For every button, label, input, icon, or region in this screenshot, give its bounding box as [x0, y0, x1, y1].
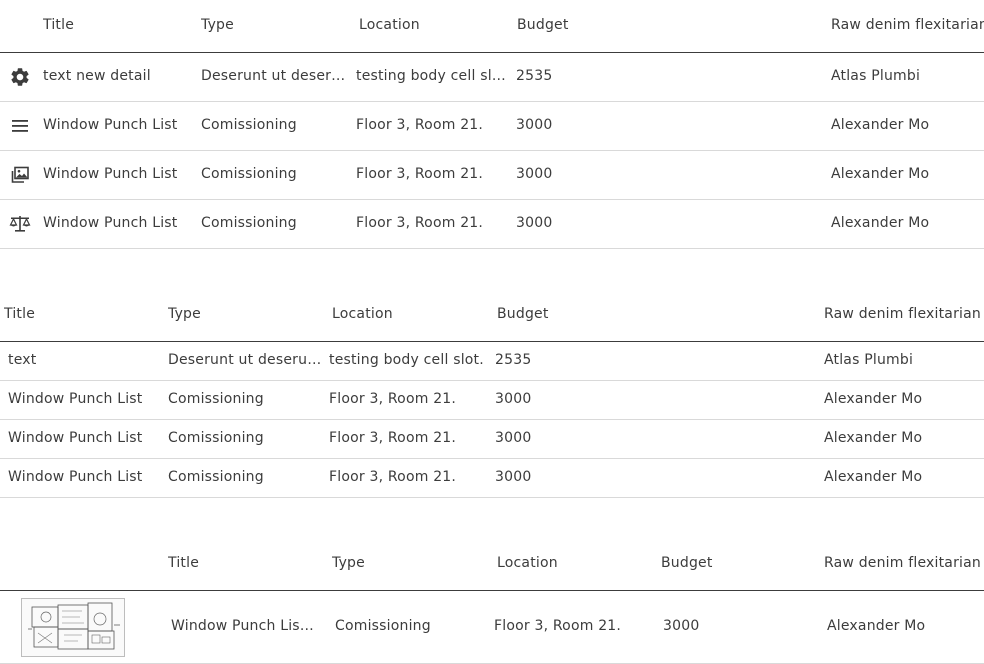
data-table-compact: Title Type Location Budget Raw denim fle… [0, 290, 984, 500]
floor-plan-thumbnail [21, 598, 125, 657]
cell-title: text new detail [43, 68, 151, 84]
column-header-type[interactable]: Type [332, 555, 365, 571]
column-header-type[interactable]: Type [168, 306, 201, 322]
floor-plan-image [28, 602, 120, 650]
table-header-row: Title Type Location Budget Raw denim fle… [0, 290, 984, 342]
cell-extra: Alexander Mo [831, 215, 930, 231]
cell-title: Window Punch List [43, 166, 178, 182]
column-header-title[interactable]: Title [4, 306, 35, 322]
cell-extra: Alexander Mo [824, 469, 923, 485]
cell-budget: 3000 [516, 117, 553, 133]
cell-extra: Atlas Plumbi [824, 352, 914, 368]
cell-extra: Alexander Mo [824, 391, 923, 407]
cell-budget: 2535 [516, 68, 553, 84]
cell-budget: 3000 [495, 430, 532, 446]
cell-extra: Alexander Mo [827, 618, 926, 634]
cell-type: Deserunt ut deserunt [201, 68, 347, 84]
cell-location: Floor 3, Room 21. [356, 117, 484, 133]
column-header-extra[interactable]: Raw denim flexitarian gr [824, 306, 984, 322]
table-header-row: Title Type Location Budget Raw denim fle… [0, 0, 984, 53]
cell-type: Comissioning [201, 166, 297, 182]
cell-type: Comissioning [168, 430, 264, 446]
column-header-extra[interactable]: Raw denim flexitarian gr [831, 17, 984, 33]
column-header-title[interactable]: Title [43, 17, 74, 33]
data-table-with-icons: Title Type Location Budget Raw denim fle… [0, 0, 984, 250]
column-header-extra[interactable]: Raw denim flexitarian gr [824, 555, 984, 571]
table-row[interactable]: text Deserunt ut deserunt deserunt testi… [0, 342, 984, 381]
table-row[interactable]: Window Punch List title Comissioning Flo… [0, 591, 984, 664]
cell-type: Comissioning [168, 391, 264, 407]
cell-type: Comissioning [201, 117, 297, 133]
cell-location: Floor 3, Room 21. [329, 469, 457, 485]
cell-type: Comissioning [201, 215, 297, 231]
balance-scale-icon [9, 216, 31, 232]
column-header-title[interactable]: Title [168, 555, 199, 571]
cell-title: Window Punch List title [171, 618, 317, 634]
cell-budget: 3000 [495, 469, 532, 485]
cell-location: Floor 3, Room 21. [356, 215, 484, 231]
image-gallery-icon [11, 166, 29, 183]
column-header-location[interactable]: Location [359, 17, 420, 33]
data-table-with-thumbnails: Title Type Location Budget Raw denim fle… [0, 539, 984, 664]
column-header-location[interactable]: Location [332, 306, 393, 322]
gear-icon [11, 68, 29, 86]
table-row[interactable]: Window Punch List Comissioning Floor 3, … [0, 151, 984, 200]
cell-extra: Alexander Mo [831, 117, 930, 133]
cell-budget: 3000 [663, 618, 700, 634]
cell-extra: Alexander Mo [824, 430, 923, 446]
table-row[interactable]: Window Punch List Comissioning Floor 3, … [0, 102, 984, 151]
column-header-budget[interactable]: Budget [497, 306, 549, 322]
cell-title: Window Punch List [43, 117, 178, 133]
table-row[interactable]: Window Punch List Comissioning Floor 3, … [0, 420, 984, 459]
column-header-budget[interactable]: Budget [661, 555, 713, 571]
cell-type: Comissioning [335, 618, 431, 634]
cell-budget: 3000 [516, 215, 553, 231]
table-row[interactable]: Window Punch List Comissioning Floor 3, … [0, 200, 984, 249]
cell-location: Floor 3, Room 21. [329, 391, 457, 407]
column-header-location[interactable]: Location [497, 555, 558, 571]
cell-budget: 2535 [495, 352, 532, 368]
table-row[interactable]: Window Punch List Comissioning Floor 3, … [0, 459, 984, 498]
table-header-row: Title Type Location Budget Raw denim fle… [0, 539, 984, 591]
cell-location: testing body cell slot. [329, 352, 484, 368]
table-row[interactable]: text new detail Deserunt ut deserunt tes… [0, 53, 984, 102]
column-header-budget[interactable]: Budget [517, 17, 569, 33]
cell-extra: Atlas Plumbi [831, 68, 921, 84]
cell-title: Window Punch List [43, 215, 178, 231]
cell-location: Floor 3, Room 21. [494, 618, 622, 634]
cell-title: text [8, 352, 37, 368]
cell-title: Window Punch List [8, 430, 143, 446]
cell-location: Floor 3, Room 21. [356, 166, 484, 182]
cell-title: Window Punch List [8, 469, 143, 485]
cell-budget: 3000 [495, 391, 532, 407]
column-header-type[interactable]: Type [201, 17, 234, 33]
cell-location: Floor 3, Room 21. [329, 430, 457, 446]
cell-type: Comissioning [168, 469, 264, 485]
table-row[interactable]: Window Punch List Comissioning Floor 3, … [0, 381, 984, 420]
cell-budget: 3000 [516, 166, 553, 182]
cell-extra: Alexander Mo [831, 166, 930, 182]
cell-location: testing body cell slot. [356, 68, 506, 84]
cell-title: Window Punch List [8, 391, 143, 407]
cell-type: Deserunt ut deserunt deserunt [168, 352, 323, 368]
hamburger-menu-icon [12, 120, 28, 132]
